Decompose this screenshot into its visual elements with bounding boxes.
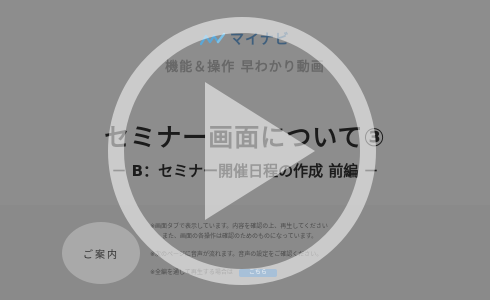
guide-badge: ご案内 — [62, 222, 140, 284]
play-button[interactable] — [114, 16, 370, 286]
guide-label: ご案内 — [83, 249, 119, 261]
video-player[interactable]: マイナビ 機能＆操作 早わかり動画 セミナー画面について③ － B：セミナー開催… — [0, 0, 490, 300]
